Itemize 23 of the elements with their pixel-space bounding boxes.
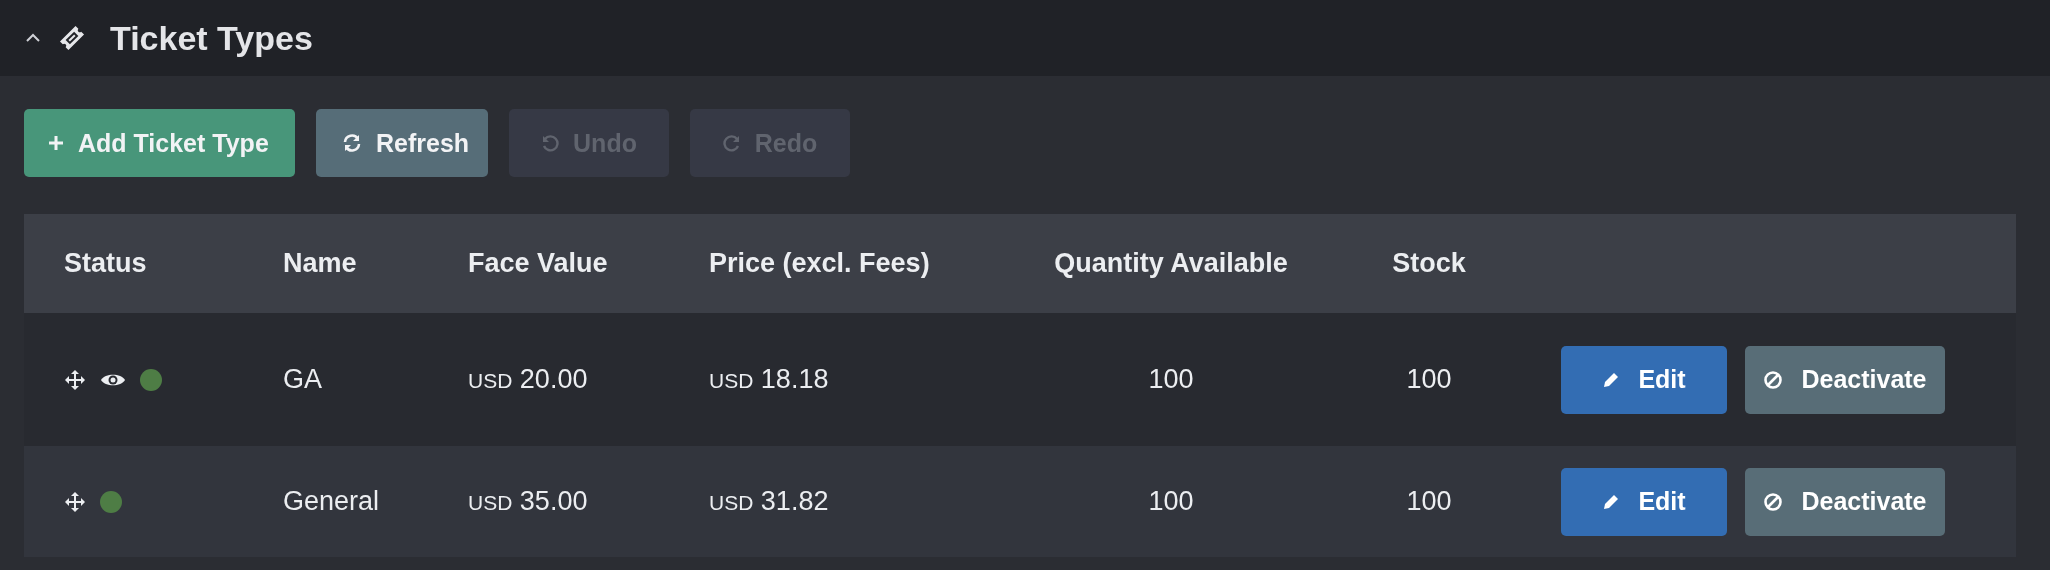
table-cell: USD 18.18: [709, 364, 829, 395]
deactivate-button[interactable]: Deactivate: [1745, 467, 1945, 536]
table-cell: 100: [1148, 486, 1194, 517]
table-cell: GA: [283, 364, 322, 395]
panel-title: Ticket Types: [110, 18, 313, 58]
table-cell: USD 31.82: [709, 486, 829, 517]
table-cell: 100: [1406, 364, 1452, 395]
table-cell: USD 20.00: [468, 364, 588, 395]
column-header: Face Value: [468, 248, 608, 279]
table-cell: General: [283, 486, 380, 517]
column-header: Status: [64, 248, 147, 279]
edit-button[interactable]: Edit: [1561, 345, 1727, 414]
table-cell: USD 35.00: [468, 486, 588, 517]
column-header: Stock: [1392, 248, 1466, 279]
column-header: Quantity Available: [1054, 248, 1288, 279]
column-header: Price (excl. Fees): [709, 248, 930, 279]
column-header: Name: [283, 248, 357, 279]
table-cell: 100: [1406, 486, 1452, 517]
deactivate-button[interactable]: Deactivate: [1745, 345, 1945, 414]
add-button[interactable]: Add Ticket Type: [24, 109, 295, 177]
table-cell: 100: [1148, 364, 1194, 395]
refresh-button[interactable]: Refresh: [316, 109, 488, 177]
edit-button[interactable]: Edit: [1561, 467, 1727, 536]
